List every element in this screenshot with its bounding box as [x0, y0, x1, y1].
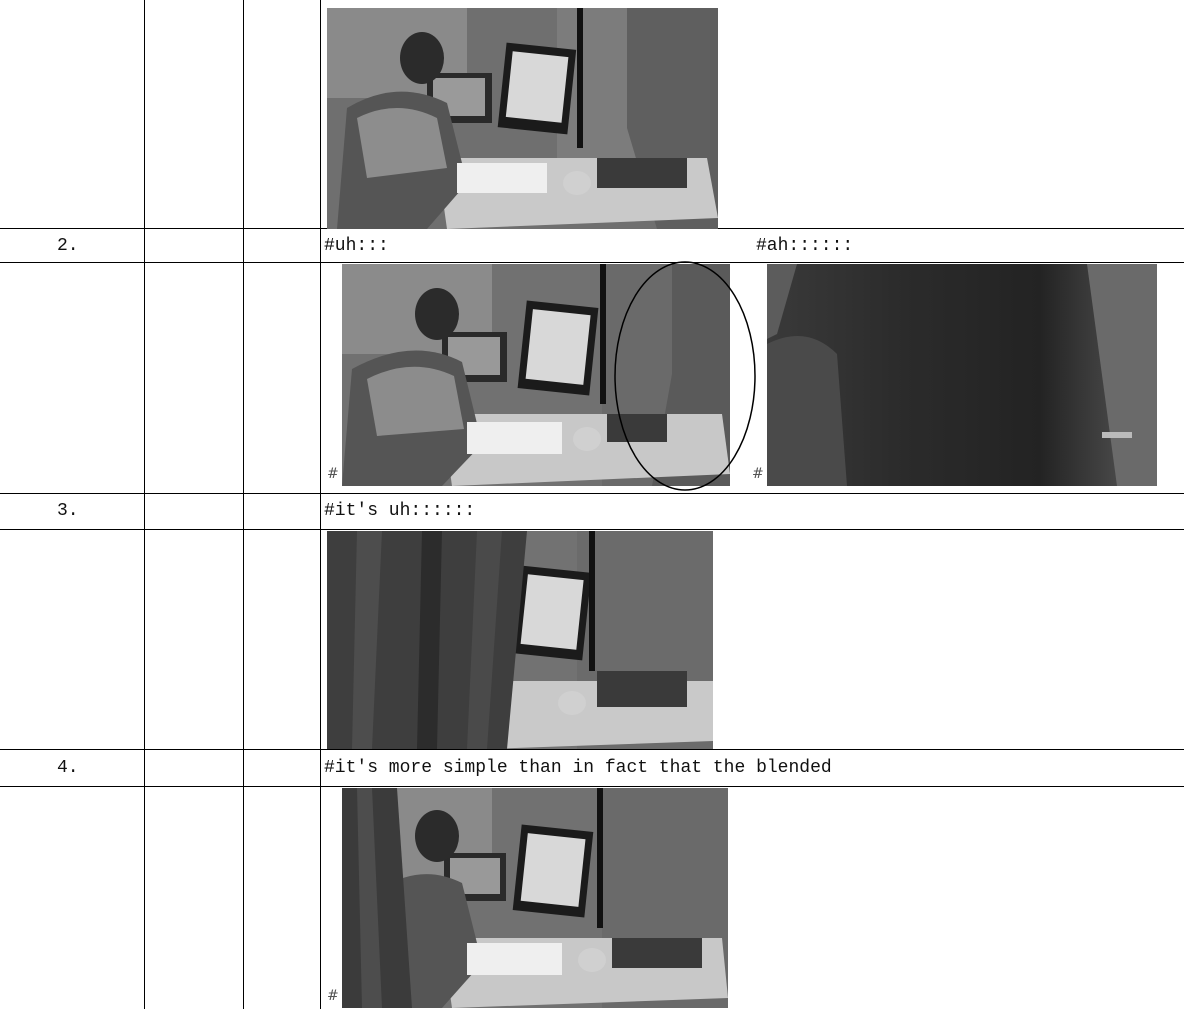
- grid-vline-1: [144, 0, 145, 1009]
- utterance-more-simple: #it's more simple than in fact that the …: [324, 758, 832, 778]
- row-number-2: 2.: [57, 236, 79, 256]
- row-number-4: 4.: [57, 758, 79, 778]
- grid-hline-6: [0, 786, 1184, 787]
- grid-hline-5: [0, 749, 1184, 750]
- grid-vline-2: [243, 0, 244, 1009]
- video-frame-1: [327, 8, 718, 229]
- grid-hline-3: [0, 493, 1184, 494]
- annotation-circle: [614, 261, 756, 491]
- video-frame-4: [342, 788, 728, 1008]
- row-number-3: 3.: [57, 501, 79, 521]
- utterance-uh: #uh:::: [324, 236, 389, 256]
- grid-vline-3: [320, 0, 321, 1009]
- utterance-its-uh: #it's uh::::::: [324, 501, 476, 521]
- utterance-ah: #ah::::::: [756, 236, 854, 256]
- video-frame-2b: [767, 264, 1157, 486]
- frame-marker-2a: #: [327, 466, 339, 482]
- frame-marker-4: #: [327, 988, 339, 1004]
- frame-marker-2b: #: [752, 466, 764, 482]
- grid-hline-2: [0, 262, 1184, 263]
- video-frame-3: [327, 531, 713, 749]
- grid-hline-4: [0, 529, 1184, 530]
